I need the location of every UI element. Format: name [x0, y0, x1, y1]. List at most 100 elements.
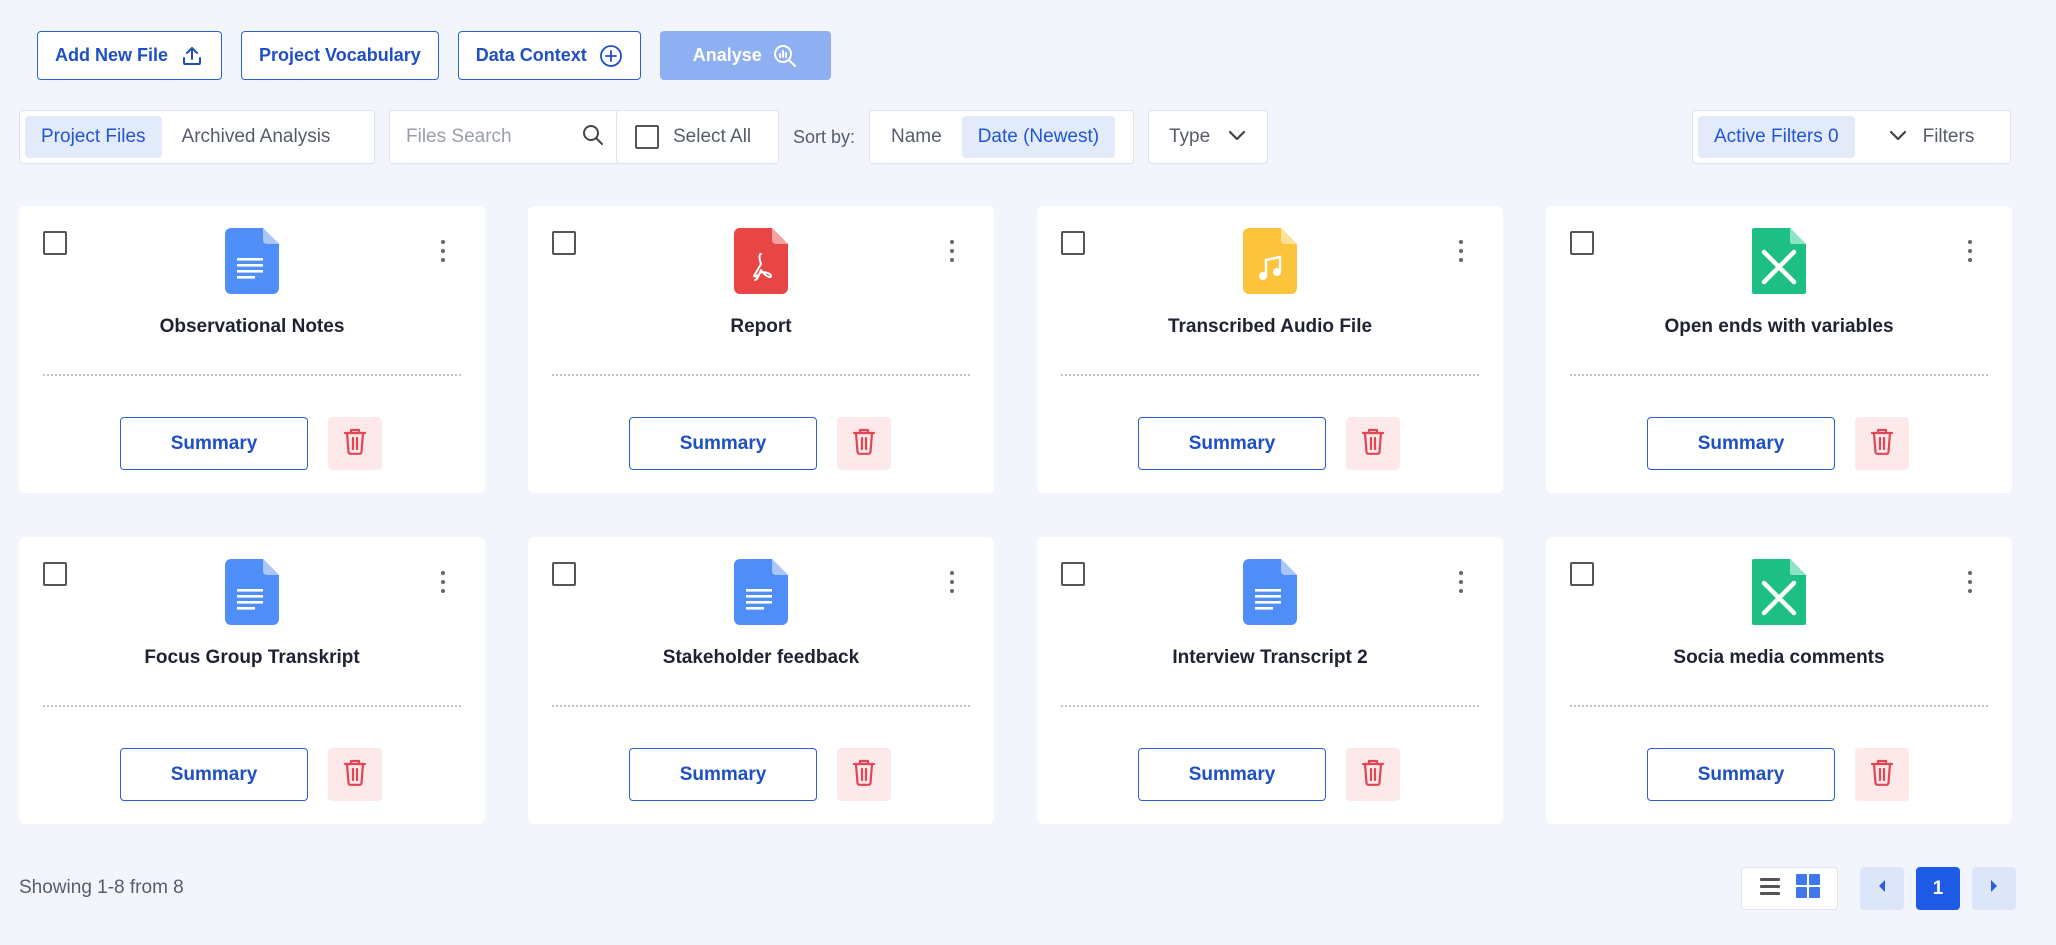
files-search-input[interactable]	[406, 126, 556, 148]
pagination: 1	[1860, 867, 2016, 910]
file-card[interactable]: Stakeholder feedback Summary	[528, 537, 994, 824]
active-filters[interactable]: Active Filters 0	[1698, 116, 1855, 158]
project-vocabulary-button[interactable]: Project Vocabulary	[241, 31, 439, 80]
sheet-file-icon	[1752, 559, 1806, 630]
file-select-checkbox[interactable]	[1570, 231, 1594, 255]
tab-project-files[interactable]: Project Files	[25, 116, 162, 158]
summary-button[interactable]: Summary	[120, 748, 308, 801]
tab-archived-analysis[interactable]: Archived Analysis	[166, 116, 347, 158]
more-options-icon[interactable]	[441, 240, 445, 262]
summary-button[interactable]: Summary	[1138, 748, 1326, 801]
more-options-icon[interactable]	[1459, 240, 1463, 262]
file-card[interactable]: Report Summary	[528, 206, 994, 493]
grid-view-icon[interactable]	[1795, 873, 1821, 904]
doc-file-icon	[225, 228, 279, 299]
analyse-label: Analyse	[692, 45, 762, 65]
more-options-icon[interactable]	[1459, 571, 1463, 593]
data-context-button[interactable]: Data Context	[457, 31, 641, 80]
file-name: Transcribed Audio File	[1167, 316, 1373, 337]
file-select-checkbox[interactable]	[43, 231, 67, 255]
add-new-file-label: Add New File	[55, 45, 169, 65]
divider	[1570, 374, 1988, 376]
filters-label: Filters	[1922, 126, 1975, 147]
divider	[43, 705, 461, 707]
file-name: Interview Transcript 2	[1172, 647, 1368, 668]
summary-button[interactable]: Summary	[629, 417, 817, 470]
file-name: Report	[730, 316, 792, 337]
divider	[552, 705, 970, 707]
trash-icon	[343, 758, 367, 791]
list-view-icon[interactable]	[1759, 875, 1781, 902]
summary-button[interactable]: Summary	[120, 417, 308, 470]
audio-file-icon	[1243, 228, 1297, 299]
delete-button[interactable]	[1855, 748, 1909, 801]
filters-button[interactable]: Filters	[1889, 126, 1975, 148]
type-dropdown[interactable]: Type	[1148, 110, 1268, 164]
analyse-search-icon	[772, 43, 798, 69]
divider	[43, 374, 461, 376]
summary-button[interactable]: Summary	[1647, 417, 1835, 470]
trash-icon	[1870, 427, 1894, 460]
file-card[interactable]: Interview Transcript 2 Summary	[1037, 537, 1503, 824]
file-select-checkbox[interactable]	[1061, 562, 1085, 586]
add-new-file-button[interactable]: Add New File	[37, 31, 223, 80]
file-name: Socia media comments	[1673, 647, 1885, 668]
project-vocabulary-label: Project Vocabulary	[259, 45, 421, 65]
more-options-icon[interactable]	[1968, 571, 1972, 593]
delete-button[interactable]	[1346, 748, 1400, 801]
file-select-checkbox[interactable]	[1061, 231, 1085, 255]
prev-page-button[interactable]	[1860, 867, 1904, 910]
divider	[1061, 374, 1479, 376]
data-context-label: Data Context	[475, 45, 587, 65]
search-icon[interactable]	[581, 123, 605, 152]
select-all-label: Select All	[673, 126, 752, 147]
file-name: Observational Notes	[159, 316, 345, 337]
file-name: Stakeholder feedback	[662, 647, 860, 668]
caret-left-icon	[1877, 879, 1887, 898]
sheet-file-icon	[1752, 228, 1806, 299]
next-page-button[interactable]	[1972, 867, 2016, 910]
sort-options: Name Date (Newest)	[869, 110, 1134, 164]
delete-button[interactable]	[328, 417, 382, 470]
more-options-icon[interactable]	[441, 571, 445, 593]
more-options-icon[interactable]	[1968, 240, 1972, 262]
file-card[interactable]: Open ends with variables Summary	[1546, 206, 2012, 493]
chevron-down-icon	[1889, 126, 1907, 148]
sort-date-newest[interactable]: Date (Newest)	[961, 116, 1116, 158]
pdf-file-icon	[734, 228, 788, 299]
file-card[interactable]: Socia media comments Summary	[1546, 537, 2012, 824]
doc-file-icon	[734, 559, 788, 630]
file-card[interactable]: Transcribed Audio File Summary	[1037, 206, 1503, 493]
sort-name[interactable]: Name	[875, 116, 958, 158]
delete-button[interactable]	[328, 748, 382, 801]
showing-count: Showing 1-8 from 8	[19, 877, 184, 898]
select-all-checkbox[interactable]	[635, 125, 659, 149]
select-all[interactable]: Select All	[616, 110, 779, 164]
summary-button[interactable]: Summary	[629, 748, 817, 801]
delete-button[interactable]	[1346, 417, 1400, 470]
file-select-checkbox[interactable]	[552, 231, 576, 255]
page-number-button[interactable]: 1	[1916, 867, 1960, 910]
summary-button[interactable]: Summary	[1647, 748, 1835, 801]
file-select-checkbox[interactable]	[1570, 562, 1594, 586]
doc-file-icon	[1243, 559, 1297, 630]
file-tabs: Project Files Archived Analysis	[19, 110, 375, 164]
upload-icon	[180, 44, 204, 68]
caret-right-icon	[1989, 879, 1999, 898]
delete-button[interactable]	[837, 748, 891, 801]
analyse-button[interactable]: Analyse	[659, 31, 831, 80]
more-options-icon[interactable]	[950, 571, 954, 593]
delete-button[interactable]	[837, 417, 891, 470]
delete-button[interactable]	[1855, 417, 1909, 470]
files-grid: Observational Notes Summary Report Summa…	[19, 206, 2012, 824]
file-select-checkbox[interactable]	[552, 562, 576, 586]
summary-button[interactable]: Summary	[1138, 417, 1326, 470]
file-card[interactable]: Observational Notes Summary	[19, 206, 485, 493]
file-select-checkbox[interactable]	[43, 562, 67, 586]
more-options-icon[interactable]	[950, 240, 954, 262]
file-card[interactable]: Focus Group Transkript Summary	[19, 537, 485, 824]
trash-icon	[1870, 758, 1894, 791]
chevron-down-icon	[1228, 126, 1246, 148]
trash-icon	[343, 427, 367, 460]
view-toggle	[1741, 867, 1838, 910]
